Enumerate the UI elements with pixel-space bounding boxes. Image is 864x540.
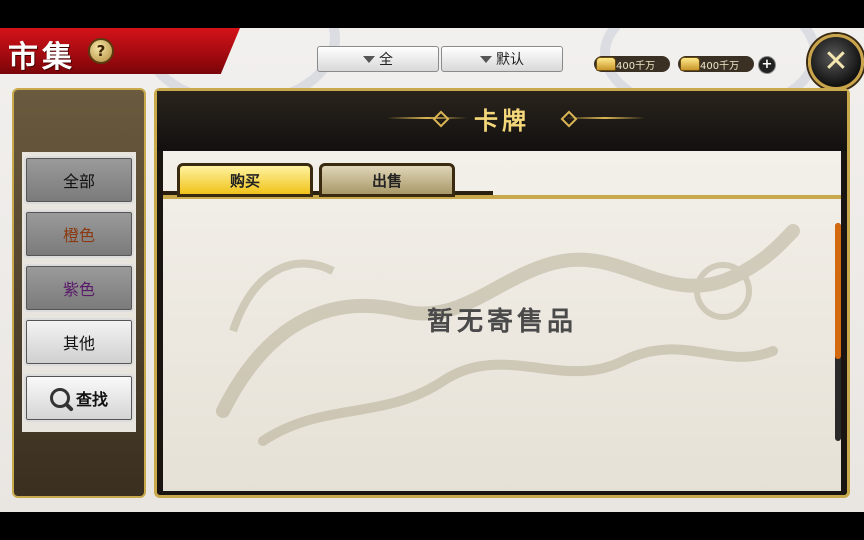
close-button[interactable]: ✕ <box>808 34 864 90</box>
chevron-down-icon <box>480 55 492 63</box>
close-icon: ✕ <box>823 44 849 79</box>
tab-label: 出售 <box>371 171 402 190</box>
panel-header: 卡牌 <box>157 91 847 151</box>
help-icon[interactable]: ? <box>88 38 114 64</box>
sidebar-item-purple[interactable]: 紫色 <box>24 264 134 312</box>
listing-scrollbar[interactable] <box>835 223 841 441</box>
empty-listing-message: 暂无寄售品 <box>426 307 577 337</box>
silver-ingot-icon <box>680 57 700 71</box>
sidebar-item-label: 橙色 <box>62 226 95 245</box>
gold-currency-display: 400千万 <box>594 56 670 72</box>
sidebar-item-all[interactable]: 全部 <box>24 156 134 204</box>
market-screen: 市集 ? 全 默认 400千万 400千万 + ✕ 全部 橙色 紫色 其他 查找… <box>0 28 864 512</box>
tab-buy[interactable]: 购买 <box>177 163 313 197</box>
sidebar-item-orange[interactable]: 橙色 <box>24 210 134 258</box>
sidebar-item-label: 其他 <box>62 334 95 353</box>
search-button[interactable]: 查找 <box>24 374 134 422</box>
scrollbar-thumb[interactable] <box>835 223 841 359</box>
silver-amount: 400千万 <box>700 60 740 72</box>
panel-title: 卡牌 <box>474 106 530 135</box>
tab-label: 购买 <box>229 171 260 190</box>
card-market-panel: 卡牌 购买 出售 暂无寄售品 <box>154 88 850 498</box>
listing-area: 购买 出售 暂无寄售品 <box>163 151 841 491</box>
tab-sell[interactable]: 出售 <box>319 163 455 197</box>
page-title: 市集 <box>8 40 76 75</box>
search-icon <box>49 388 70 408</box>
quality-filter-value: 全 <box>379 52 393 68</box>
silver-currency-display: 400千万 <box>678 56 754 72</box>
dragon-watermark <box>216 224 800 446</box>
category-sidebar: 全部 橙色 紫色 其他 查找 <box>12 88 146 498</box>
chevron-down-icon <box>363 55 375 63</box>
sidebar-item-label: 紫色 <box>62 280 95 299</box>
gold-ingot-icon <box>596 57 616 71</box>
add-currency-icon[interactable]: + <box>758 56 776 74</box>
sort-dropdown[interactable]: 默认 <box>441 46 563 72</box>
gold-amount: 400千万 <box>616 60 656 72</box>
search-label: 查找 <box>75 390 108 409</box>
header-ornament <box>565 117 645 119</box>
sidebar-item-other[interactable]: 其他 <box>24 318 134 366</box>
quality-filter-dropdown[interactable]: 全 <box>317 46 439 72</box>
sidebar-item-label: 全部 <box>62 172 95 191</box>
sort-value: 默认 <box>496 52 524 68</box>
